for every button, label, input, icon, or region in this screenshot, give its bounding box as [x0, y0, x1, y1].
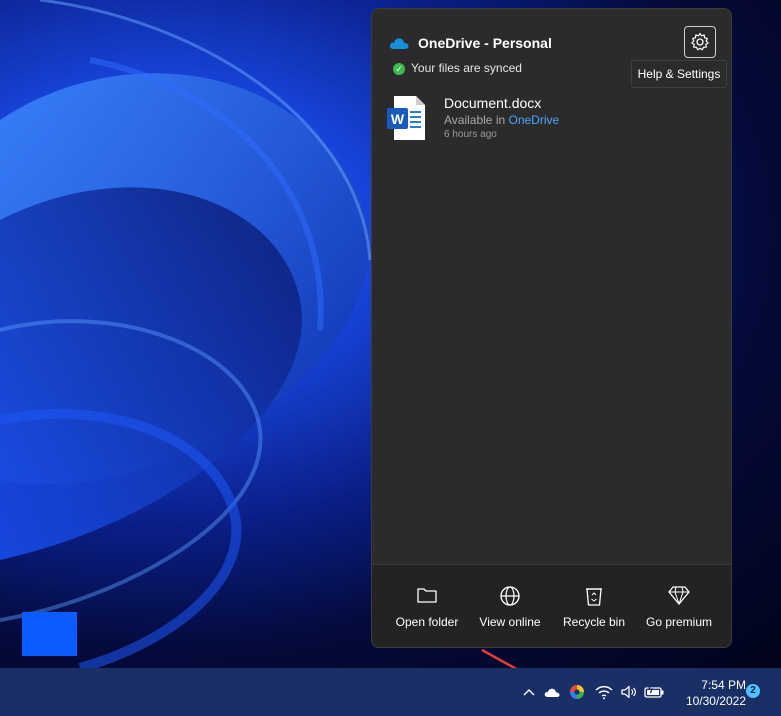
diamond-icon [668, 586, 690, 605]
chevron-up-icon[interactable] [520, 680, 538, 704]
help-settings-button[interactable] [684, 26, 716, 58]
flyout-title: OneDrive - Personal [418, 35, 552, 51]
go-premium-button[interactable]: Go premium [634, 565, 724, 647]
onedrive-tray-icon[interactable] [542, 680, 564, 704]
open-folder-label: Open folder [395, 615, 459, 629]
onedrive-link[interactable]: OneDrive [509, 113, 560, 127]
color-wheel-app-icon[interactable] [567, 680, 587, 704]
synced-check-icon: ✓ [393, 63, 405, 75]
recycle-bin-label: Recycle bin [562, 615, 626, 629]
file-location: Available in OneDrive [444, 113, 560, 127]
view-online-button[interactable]: View online [465, 565, 555, 647]
desktop-tile [22, 612, 77, 656]
gear-icon [691, 32, 709, 51]
onedrive-cloud-icon [389, 38, 409, 49]
recycle-bin-button[interactable]: Recycle bin [549, 565, 639, 647]
taskbar-clock-date[interactable]: 10/30/2022 [676, 694, 746, 708]
go-premium-label: Go premium [645, 615, 713, 629]
flyout-footer: Open folder View online Recycle bin Go p… [372, 564, 731, 647]
battery-charging-icon[interactable] [643, 680, 665, 704]
help-settings-tooltip: Help & Settings [631, 60, 727, 88]
globe-icon [500, 586, 520, 606]
notification-count-badge[interactable]: 2 [746, 684, 760, 698]
wifi-icon[interactable] [594, 680, 614, 704]
file-name: Document.docx [444, 95, 542, 111]
word-document-icon: W [387, 96, 425, 140]
recycle-bin-icon [586, 588, 602, 606]
word-letter: W [391, 111, 405, 127]
view-online-label: View online [479, 615, 541, 629]
volume-icon[interactable] [619, 680, 639, 704]
onedrive-flyout: OneDrive - Personal ✓ Your files are syn… [371, 8, 732, 648]
open-folder-button[interactable]: Open folder [382, 565, 472, 647]
file-modified-time: 6 hours ago [444, 129, 497, 140]
sync-status: Your files are synced [411, 61, 522, 75]
taskbar-clock-time[interactable]: 7:54 PM [690, 678, 746, 692]
folder-icon [417, 588, 437, 603]
